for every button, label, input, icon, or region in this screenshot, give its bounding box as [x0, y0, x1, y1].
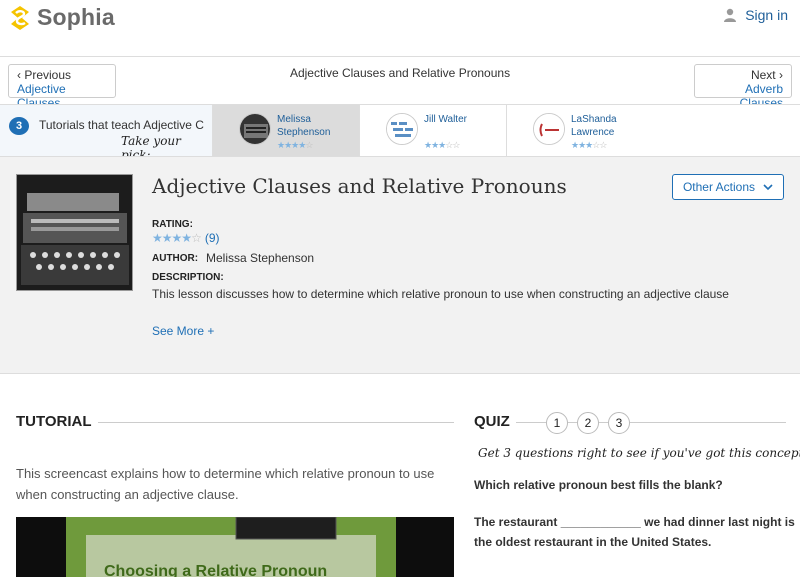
quiz-heading: QUIZ: [474, 413, 510, 430]
quiz-question: Which relative pronoun best fills the bl…: [474, 478, 723, 492]
next-label: Next: [750, 68, 776, 82]
sign-in-link[interactable]: Sign in: [723, 7, 788, 23]
tutorial-card-melissa[interactable]: Melissa Stephenson ★★★★☆: [212, 105, 359, 156]
star-filled-icon: ★: [171, 231, 183, 245]
tutorial-card-jill[interactable]: Jill Walter ★★★☆☆: [359, 105, 506, 156]
star-filled-icon: ★: [152, 231, 163, 245]
rating-label: RATING:: [152, 219, 193, 230]
tutorial-picker: 3 Tutorials that teach Adjective Clauses…: [0, 104, 800, 157]
video-title: Choosing a Relative Pronoun: [104, 563, 327, 577]
tutorial-count-label: Tutorials that teach Adjective Clauses a…: [39, 118, 204, 132]
sophia-logo[interactable]: Sophia: [9, 4, 115, 31]
tutorial-card-lashanda[interactable]: LaShanda Lawrence ★★★☆☆: [506, 105, 653, 156]
lesson-nav: ‹ Previous Adjective Clauses Adjective C…: [0, 57, 800, 110]
content-area: TUTORIAL This screencast explains how to…: [0, 374, 800, 577]
quiz-question-2[interactable]: 2: [577, 412, 599, 434]
lesson-rating: ★★★★☆ (9): [152, 231, 220, 245]
star-empty-icon: ☆: [452, 140, 460, 150]
tutorial-picker-intro: 3 Tutorials that teach Adjective Clauses…: [0, 105, 212, 156]
author-name-line1: Melissa: [277, 114, 311, 125]
video-player[interactable]: Choosing a Relative Pronoun: [16, 517, 454, 577]
sign-in-label: Sign in: [745, 7, 788, 23]
lesson-description: This lesson discusses how to determine w…: [152, 287, 729, 301]
user-icon: [724, 8, 737, 22]
lesson-info-panel: Adjective Clauses and Relative Pronouns …: [0, 157, 800, 374]
avatar: [533, 113, 565, 145]
rating-count[interactable]: (9): [205, 231, 220, 245]
chevron-right-icon: ›: [775, 68, 783, 82]
avatar: [386, 113, 418, 145]
avatar: [239, 113, 271, 145]
star-empty-icon: ☆: [191, 231, 202, 245]
star-filled-icon: ★: [161, 231, 173, 245]
star-rating: ★★★★☆: [152, 231, 202, 245]
author-name-line1: Jill Walter: [424, 114, 467, 125]
tutorial-description: This screencast explains how to determin…: [16, 466, 435, 502]
star-filled-icon: ★: [181, 231, 192, 245]
logo-text: Sophia: [37, 4, 115, 30]
next-button[interactable]: Next › Adverb Clauses: [694, 64, 792, 110]
lesson-title: Adjective Clauses and Relative Pronouns: [152, 174, 567, 198]
star-rating: ★★★☆☆: [424, 140, 460, 151]
description-label: DESCRIPTION:: [152, 272, 224, 283]
nav-title: Adjective Clauses and Relative Pronouns: [289, 66, 511, 80]
other-actions-button[interactable]: Other Actions: [672, 174, 784, 200]
sophia-logo-icon: [11, 5, 29, 30]
divider: [98, 422, 454, 423]
star-empty-icon: ☆: [305, 140, 313, 150]
chevron-down-icon: [763, 183, 773, 190]
quiz-question-1[interactable]: 1: [546, 412, 568, 434]
other-actions-label: Other Actions: [682, 180, 756, 194]
take-your-pick-text: Take your pick:: [121, 134, 181, 156]
tutorial-heading: TUTORIAL: [16, 413, 92, 430]
quiz-question-3[interactable]: 3: [608, 412, 630, 434]
quiz-sentence: The restaurant ____________ we had dinne…: [474, 515, 795, 549]
star-rating: ★★★☆☆: [571, 140, 607, 151]
author-name-line2: Stephenson: [277, 127, 331, 138]
see-more-link[interactable]: See More +: [152, 324, 214, 338]
author-label: AUTHOR:: [152, 253, 199, 264]
quiz-tagline: Get 3 questions right to see if you've g…: [478, 446, 800, 460]
lesson-thumbnail: [16, 174, 133, 291]
site-header: Sophia Sign in: [0, 0, 800, 57]
author-name-line2: Lawrence: [571, 127, 615, 138]
tutorial-count-badge: 3: [9, 117, 29, 135]
author-name: Melissa Stephenson: [206, 251, 315, 265]
star-empty-icon: ☆: [599, 140, 607, 150]
star-rating: ★★★★☆: [277, 140, 313, 151]
author-name-line1: LaShanda: [571, 114, 617, 125]
